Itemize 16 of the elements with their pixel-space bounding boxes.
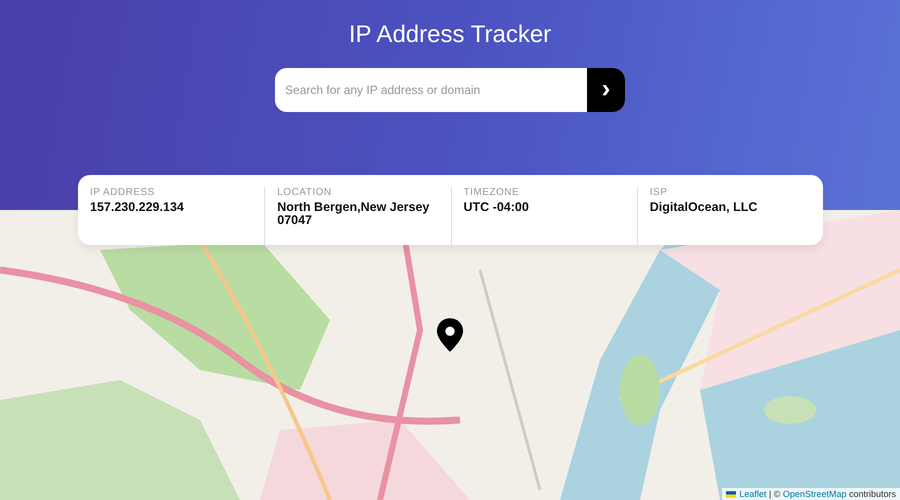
info-value: DigitalOcean, LLC xyxy=(650,201,758,214)
info-label: LOCATION xyxy=(277,187,332,198)
submit-button[interactable]: › xyxy=(587,68,625,112)
info-value: UTC -04:00 xyxy=(464,201,529,214)
flag-icon xyxy=(726,490,736,498)
attribution-text: Leaflet | © OpenStreetMap contributors xyxy=(739,489,896,499)
openstreetmap-link[interactable]: OpenStreetMap xyxy=(782,489,846,499)
info-value: North Bergen,New Jersey 07047 xyxy=(277,201,430,227)
map-pin-icon xyxy=(436,318,464,352)
leaflet-link[interactable]: Leaflet xyxy=(739,489,766,499)
info-label: TIMEZONE xyxy=(464,187,520,198)
info-value: 157.230.229.134 xyxy=(90,201,184,214)
info-label: IP ADDRESS xyxy=(90,187,155,198)
search-field[interactable]: Search for any IP address or domain › xyxy=(275,68,625,112)
page-title: IP Address Tracker xyxy=(348,20,552,50)
info-label: ISP xyxy=(650,187,668,198)
